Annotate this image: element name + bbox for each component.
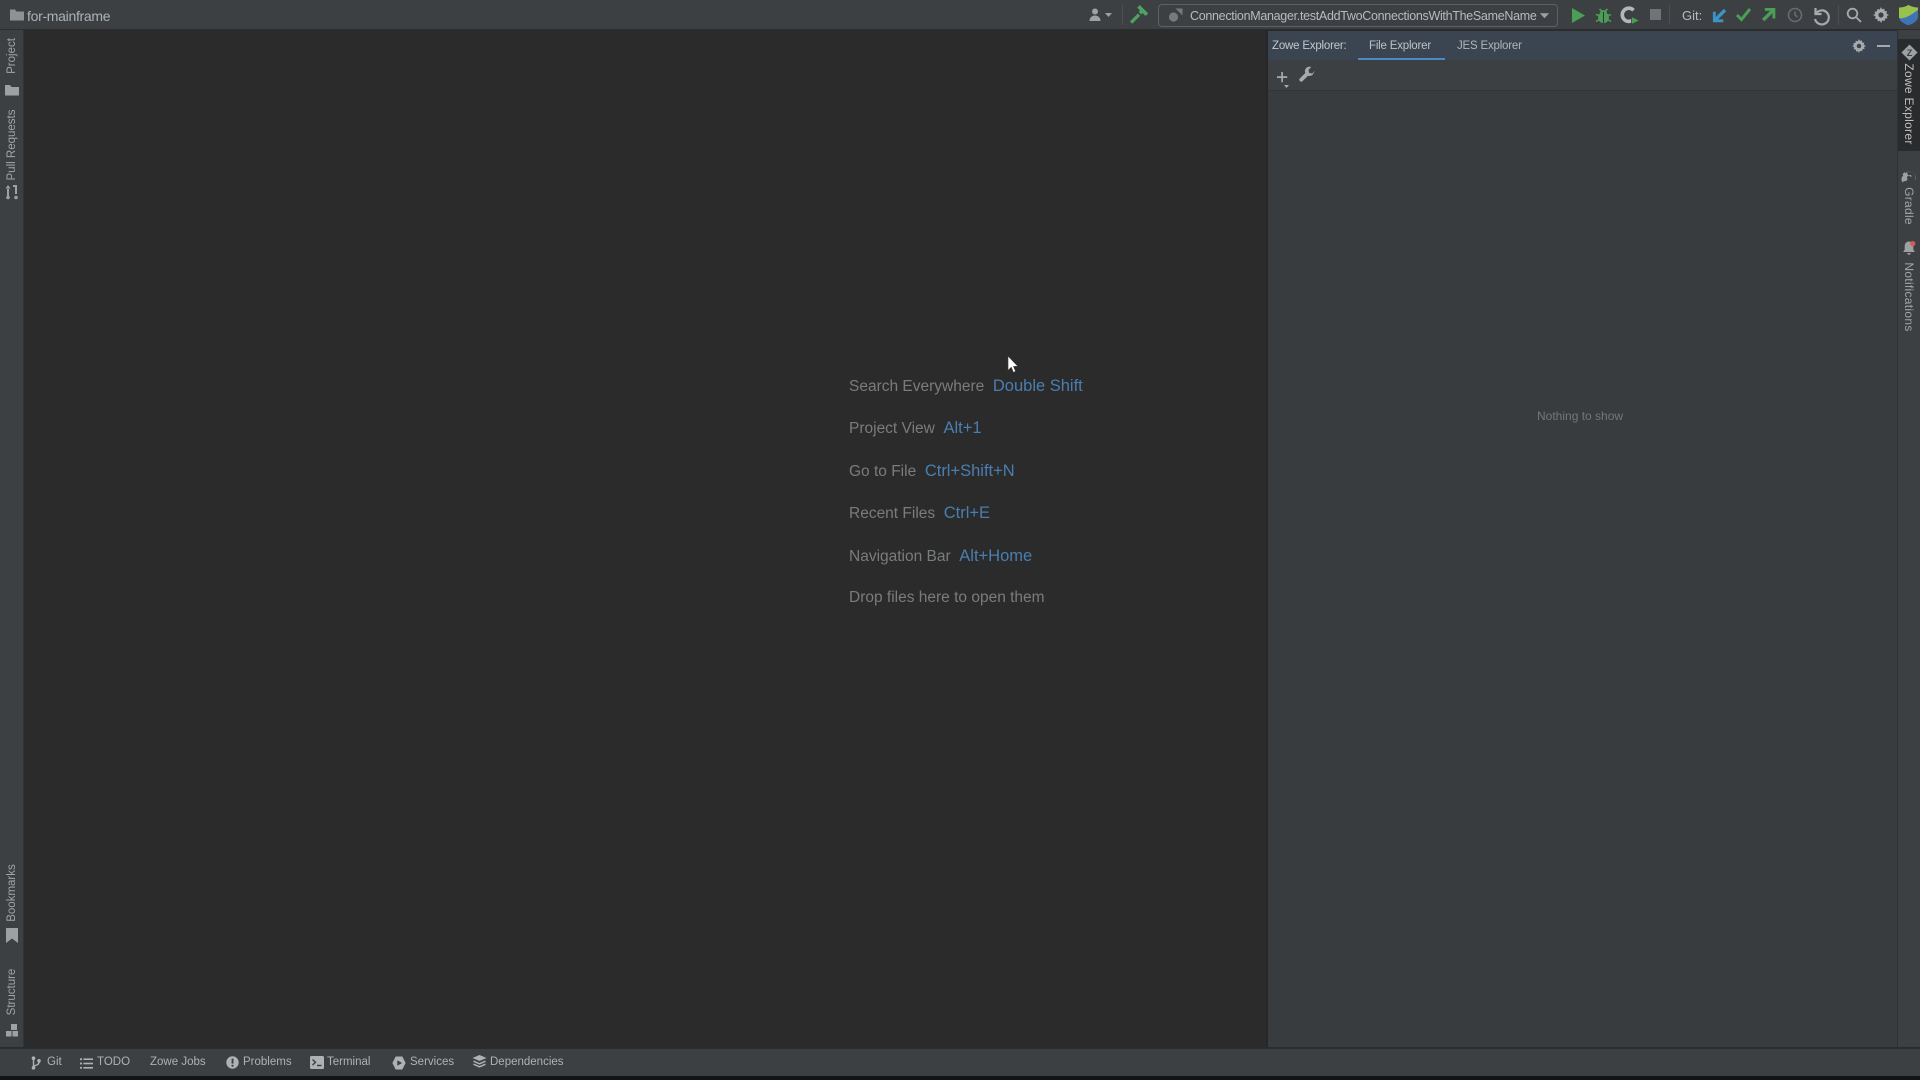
svg-text:Z: Z [1907, 48, 1913, 58]
